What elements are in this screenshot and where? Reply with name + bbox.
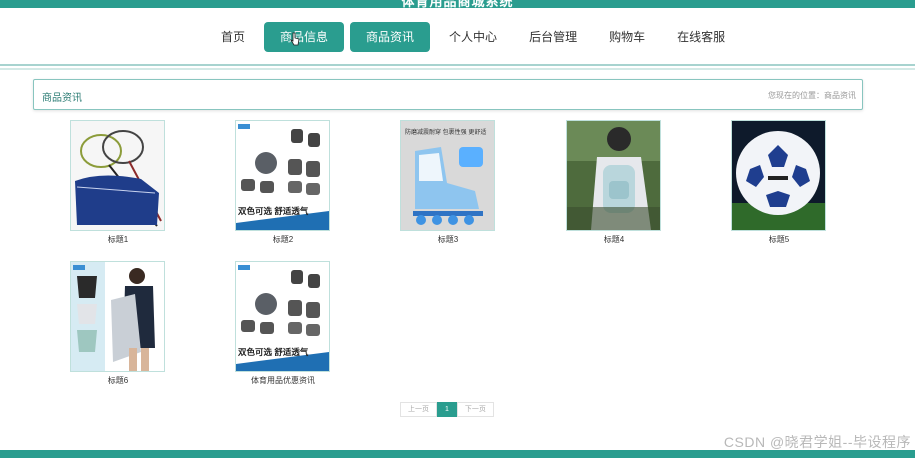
soccer-ball-icon	[732, 121, 825, 230]
site-title: 体育用品商城系统	[401, 0, 514, 8]
news-card[interactable]: 双色可选 舒适透气 体育用品优惠资讯	[235, 261, 331, 386]
news-card[interactable]: 标题6	[70, 261, 166, 386]
news-card[interactable]: 标题1	[70, 120, 166, 245]
drawstring-bag-icon	[71, 262, 164, 371]
news-title[interactable]: 标题2	[235, 234, 331, 245]
news-title[interactable]: 标题3	[400, 234, 496, 245]
top-banner: 体育用品商城系统	[0, 0, 915, 8]
watermark: CSDN @晓君学姐--毕设程序	[723, 434, 911, 450]
news-title[interactable]: 标题4	[566, 234, 662, 245]
nav-personal-center[interactable]: 个人中心	[436, 22, 510, 52]
news-image[interactable]	[70, 120, 165, 231]
nav-cart[interactable]: 购物车	[596, 22, 658, 52]
breadcrumb-location: 您现在的位置：商品资讯	[768, 91, 856, 100]
prev-page-button[interactable]: 上一页	[400, 402, 437, 417]
nav-home[interactable]: 首页	[208, 22, 258, 52]
nav-product-info[interactable]: 商品信息	[264, 22, 345, 52]
news-image[interactable]	[566, 120, 661, 231]
news-title[interactable]: 标题5	[731, 234, 827, 245]
news-title[interactable]: 标题1	[70, 234, 166, 245]
inline-skate-icon	[401, 121, 494, 230]
news-image[interactable]	[70, 261, 165, 372]
news-image[interactable]	[731, 120, 826, 231]
badminton-racket-bag-icon	[71, 121, 164, 230]
main-nav: 首页 商品信息 商品资讯 个人中心 后台管理 购物车 在线客服	[0, 8, 915, 64]
nav-customer-service[interactable]: 在线客服	[664, 22, 738, 52]
product-caption: 双色可选 舒适透气	[238, 347, 309, 357]
nav-product-news[interactable]: 商品资讯	[350, 22, 431, 52]
breadcrumb-bar: 商品资讯 您现在的位置：商品资讯	[33, 79, 863, 110]
page-1-button[interactable]: 1	[437, 402, 457, 417]
section-title: 商品资讯	[42, 93, 82, 104]
nav-menu: 首页 商品信息 商品资讯 个人中心 后台管理 购物车 在线客服	[208, 22, 738, 52]
news-card[interactable]: 双色可选 舒适透气 标题2	[235, 120, 331, 245]
news-card[interactable]: 标题4	[566, 120, 662, 245]
news-card[interactable]: 防磨减震耐穿 包裹性强 更舒适 标题3	[400, 120, 496, 245]
news-image[interactable]: 双色可选 舒适透气	[235, 261, 330, 372]
pagination: 上一页 1 下一页	[400, 402, 494, 417]
nav-divider	[0, 64, 915, 70]
news-image[interactable]: 双色可选 舒适透气	[235, 120, 330, 231]
pointer-cursor-icon	[290, 32, 300, 46]
news-title[interactable]: 体育用品优惠资讯	[235, 375, 331, 386]
news-card[interactable]: 标题5	[731, 120, 827, 245]
news-title[interactable]: 标题6	[70, 375, 166, 386]
product-caption: 双色可选 舒适透气	[238, 206, 309, 216]
next-page-button[interactable]: 下一页	[456, 402, 494, 417]
nav-admin[interactable]: 后台管理	[516, 22, 590, 52]
sports-backpack-icon	[567, 121, 660, 230]
product-caption: 防磨减震耐穿 包裹性强 更舒适	[405, 130, 487, 136]
news-image[interactable]: 防磨减震耐穿 包裹性强 更舒适	[400, 120, 495, 231]
